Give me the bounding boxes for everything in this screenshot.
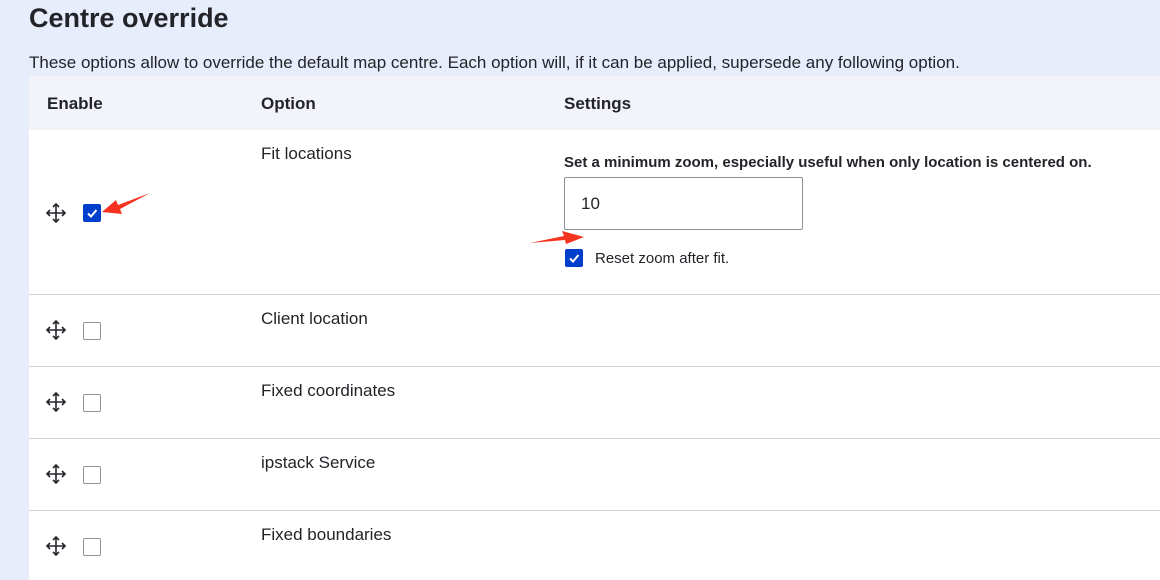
option-label-fit-locations: Fit locations [261, 144, 352, 163]
option-label-ipstack-service: ipstack Service [261, 453, 376, 472]
header-settings: Settings [564, 94, 632, 113]
table-header: Enable Option Settings [29, 76, 1160, 130]
option-label-fixed-coordinates: Fixed coordinates [261, 381, 396, 400]
checkmark-icon [569, 254, 580, 263]
enable-checkbox-fit-locations[interactable] [83, 204, 101, 222]
centre-override-page: Centre override These options allow to o… [0, 0, 1160, 580]
table-row-fixed-coordinates: Fixed coordinates [29, 367, 1160, 439]
enable-checkbox-client-location[interactable] [83, 322, 101, 340]
min-zoom-label: Set a minimum zoom, especially useful wh… [564, 154, 1092, 171]
table-row-fixed-boundaries: Fixed boundaries [29, 511, 1160, 580]
header-enable: Enable [47, 94, 103, 113]
enable-checkbox-ipstack-service[interactable] [83, 466, 101, 484]
move-arrows-icon[interactable] [45, 535, 67, 557]
option-label-client-location: Client location [261, 309, 368, 328]
option-label-fixed-boundaries: Fixed boundaries [261, 525, 392, 544]
section-description: These options allow to override the defa… [29, 53, 960, 72]
move-arrows-icon[interactable] [45, 319, 67, 341]
table-row-client-location: Client location [29, 295, 1160, 367]
header-option: Option [261, 94, 316, 113]
section-title: Centre override [29, 3, 229, 33]
checkmark-icon [87, 209, 98, 218]
reset-zoom-checkbox[interactable] [565, 249, 583, 267]
centre-override-table: Enable Option Settings Fit locations Set… [29, 76, 1160, 580]
table-row-ipstack-service: ipstack Service [29, 439, 1160, 511]
table-row-fit-locations: Fit locations Set a minimum zoom, especi… [29, 130, 1160, 295]
move-arrows-icon[interactable] [45, 202, 67, 224]
move-arrows-icon[interactable] [45, 463, 67, 485]
min-zoom-input[interactable] [564, 177, 803, 230]
enable-checkbox-fixed-coordinates[interactable] [83, 394, 101, 412]
reset-zoom-label: Reset zoom after fit. [595, 250, 730, 267]
move-arrows-icon[interactable] [45, 391, 67, 413]
enable-checkbox-fixed-boundaries[interactable] [83, 538, 101, 556]
